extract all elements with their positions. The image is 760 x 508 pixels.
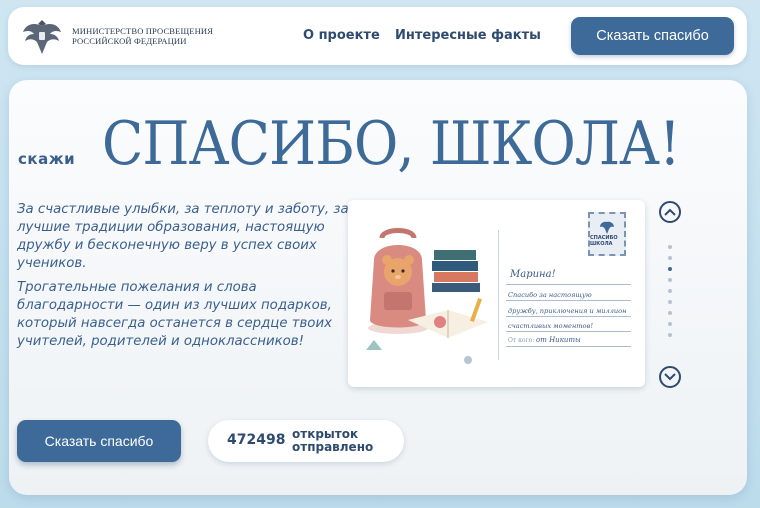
slider-dot[interactable] <box>668 256 672 260</box>
counter-label-line2: отправлено <box>292 440 374 454</box>
postcard-line <box>506 284 631 285</box>
postcard-preview: СПАСИБО ШКОЛА Марина! Спасибо за настоящ… <box>348 200 645 387</box>
chevron-down-icon <box>664 373 676 381</box>
hero-paragraph-1: За счастливые улыбки, за теплоту и забот… <box>17 202 349 271</box>
ministry-name-line2: РОССИЙСКОЙ ФЕДЕРАЦИИ <box>72 36 187 46</box>
slider-dot[interactable] <box>668 333 672 337</box>
postcard-message-line2: дружбу, приключения и миллион <box>508 307 627 315</box>
postcard-message-line3: счастливых моментов! <box>508 322 593 330</box>
hero-paragraph-2: Трогательные пожелания и слова благодарн… <box>17 280 332 349</box>
chevron-up-icon <box>664 208 676 216</box>
slider-dot[interactable] <box>668 322 672 326</box>
hero-say-word: скажи <box>18 150 76 168</box>
hero-card: скажи СПАСИБО, ШКОЛА! За счастливые улыб… <box>9 80 747 495</box>
stamp-text: СПАСИБО ШКОЛА <box>590 235 618 247</box>
postcard-stamp: СПАСИБО ШКОЛА <box>588 212 626 256</box>
ministry-name: МИНИСТЕРСТВО ПРОСВЕЩЕНИЯ РОССИЙСКОЙ ФЕДЕ… <box>72 26 213 46</box>
slider-dot[interactable] <box>668 311 672 315</box>
postcard-line <box>506 300 631 301</box>
slider-dot[interactable] <box>668 245 672 249</box>
postcard-sender: от Никиты <box>536 336 581 344</box>
stamp-emblem-icon <box>600 221 614 234</box>
postcard-divider <box>498 230 499 360</box>
postcard-line <box>506 346 631 347</box>
slider-prev-button[interactable] <box>659 201 681 223</box>
nav-link-about[interactable]: О проекте <box>303 28 380 43</box>
slider-dot[interactable] <box>668 267 672 271</box>
counter-value: 472498 <box>227 432 286 448</box>
ministry-name-line1: МИНИСТЕРСТВО ПРОСВЕЩЕНИЯ <box>72 26 214 36</box>
postcard-from-label: От кого: <box>508 337 535 344</box>
postcards-counter: 472498 открыток отправлено <box>208 420 404 462</box>
eagle-emblem-icon[interactable] <box>20 14 64 58</box>
postcard-message-line1: Спасибо за настоящую <box>508 291 592 299</box>
slider-dot[interactable] <box>668 300 672 304</box>
postcard-line <box>506 316 631 317</box>
postcard-illustration <box>366 228 488 364</box>
counter-label: открыток отправлено <box>292 428 373 454</box>
hero-say-thanks-button[interactable]: Сказать спасибо <box>17 420 181 462</box>
nav-link-facts[interactable]: Интересные факты <box>395 28 541 43</box>
postcard-line <box>506 331 631 332</box>
header-say-thanks-button[interactable]: Сказать спасибо <box>571 17 734 55</box>
slider-dot[interactable] <box>668 278 672 282</box>
postcard-recipient: Марина! <box>510 269 556 280</box>
slider-dot[interactable] <box>668 289 672 293</box>
hero-headline: СПАСИБО, ШКОЛА! <box>102 109 681 179</box>
slider-next-button[interactable] <box>659 366 681 388</box>
site-header: МИНИСТЕРСТВО ПРОСВЕЩЕНИЯ РОССИЙСКОЙ ФЕДЕ… <box>8 7 747 65</box>
